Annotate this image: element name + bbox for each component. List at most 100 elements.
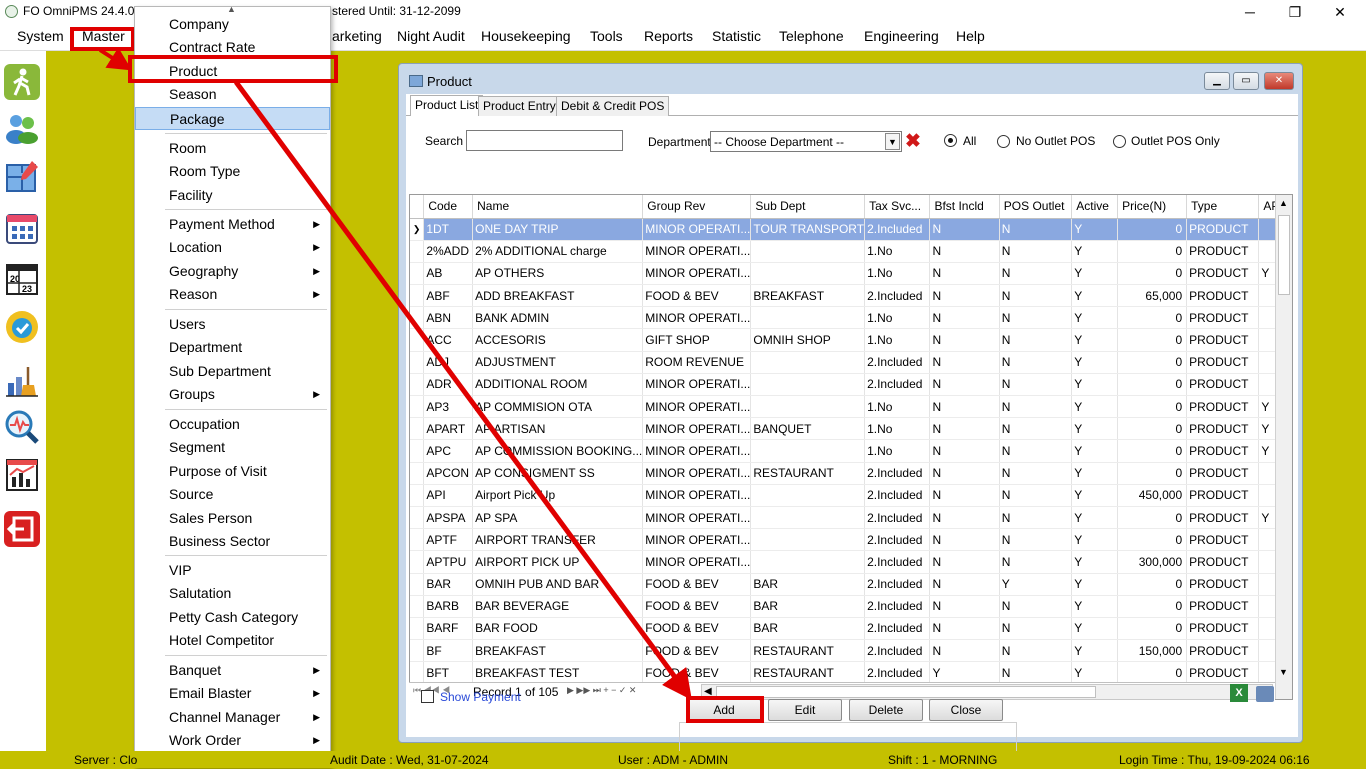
row-header[interactable] <box>410 417 425 441</box>
table-row[interactable]: ADJ ADJUSTMENT ROOM REVENUE 2.Included N N Y 0 P… <box>410 351 1292 374</box>
menu-item-room-type[interactable]: Room Type <box>135 160 330 183</box>
product-grid[interactable]: Code Name Group Rev Sub Dept Tax Svc... Bfst … <box>409 194 1293 700</box>
table-row[interactable]: ADR ADDITIONAL ROOM MINOR OPERATI... 2.Incl… <box>410 373 1292 397</box>
guests-icon[interactable] <box>4 109 40 145</box>
table-row[interactable]: ABN BANK ADMIN MINOR OPERATI... 1.No N N Y 0 PRO… <box>410 306 1292 330</box>
analytics-search-icon[interactable] <box>4 409 40 445</box>
table-row[interactable]: BFT BREAKFAST TEST FOOD & BEV RESTAURANT 2.I… <box>410 661 1292 685</box>
menu-help[interactable]: Help <box>956 28 985 44</box>
minimize-icon[interactable]: ─ <box>1227 0 1273 24</box>
vertical-scrollbar[interactable]: ▲ ▼ <box>1275 195 1292 699</box>
menu-item-department[interactable]: Department <box>135 336 330 359</box>
menu-item-source[interactable]: Source <box>135 483 330 506</box>
menu-housekeeping[interactable]: Housekeeping <box>481 28 571 44</box>
window-close-icon[interactable]: ✕ <box>1264 72 1294 90</box>
row-header[interactable] <box>410 395 425 419</box>
menu-item-company[interactable]: Company <box>135 13 330 36</box>
menu-item-location[interactable]: Location ▶ <box>135 236 330 259</box>
table-row[interactable]: BAR OMNIH PUB AND BAR FOOD & BEV BAR 2.Inclu… <box>410 573 1292 596</box>
table-row[interactable]: APTPU AIRPORT PICK UP MINOR OPERATI... 2.In… <box>410 550 1292 574</box>
table-row[interactable]: APC AP COMMISSION BOOKING... MINOR OPERATI… <box>410 439 1292 463</box>
column-header[interactable]: Group Rev <box>642 195 752 219</box>
row-header[interactable] <box>410 661 425 685</box>
search-input[interactable] <box>466 130 623 151</box>
scroll-thumb[interactable] <box>1278 215 1290 295</box>
table-row[interactable]: APART AP ARTISAN MINOR OPERATI... BANQUET 1.… <box>410 417 1292 441</box>
calendar-grid-icon[interactable] <box>4 211 40 247</box>
menu-item-segment[interactable]: Segment <box>135 436 330 459</box>
walk-icon[interactable] <box>4 64 40 100</box>
table-row[interactable]: APTF AIRPORT TRANSFER MINOR OPERATI... 2.In… <box>410 528 1292 552</box>
report-chart-icon[interactable] <box>4 457 40 493</box>
radio-no-outlet-pos[interactable] <box>997 135 1010 148</box>
menu-statistic[interactable]: Statistic <box>712 28 761 44</box>
chevron-down-icon[interactable]: ▼ <box>885 133 900 150</box>
menu-item-facility[interactable]: Facility <box>135 184 330 207</box>
close-button[interactable]: Close <box>929 699 1003 721</box>
row-header[interactable] <box>410 328 425 352</box>
column-header[interactable]: Name <box>472 195 644 219</box>
column-header[interactable]: Code <box>423 195 474 219</box>
menu-night-audit[interactable]: Night Audit <box>397 28 465 44</box>
table-row[interactable]: BARF BAR FOOD FOOD & BEV BAR 2.Included N N Y 0 P… <box>410 617 1292 641</box>
logout-icon[interactable] <box>4 511 40 547</box>
horizontal-scrollbar[interactable]: ◀ ▶ <box>701 684 1273 700</box>
table-row[interactable]: APCON AP CONSIGMENT SS MINOR OPERATI... RES… <box>410 462 1292 485</box>
excel-export-icon[interactable]: X <box>1230 684 1248 702</box>
menu-item-email-blaster[interactable]: Email Blaster ▶ <box>135 682 330 705</box>
calendar-2023-icon[interactable]: 20 23 <box>4 261 40 297</box>
row-header[interactable] <box>410 617 425 641</box>
print-icon[interactable] <box>1256 686 1274 702</box>
department-select[interactable]: -- Choose Department -- ▼ <box>710 131 902 152</box>
scroll-down-icon[interactable]: ▼ <box>1279 667 1288 677</box>
tab-product-list[interactable]: Product List <box>410 95 484 116</box>
menu-item-channel-manager[interactable]: Channel Manager ▶ <box>135 706 330 729</box>
menu-reports[interactable]: Reports <box>644 28 693 44</box>
row-header[interactable] <box>410 462 425 485</box>
show-payment-label[interactable]: Show Payment <box>440 690 521 704</box>
row-header[interactable] <box>410 595 425 618</box>
radio-outlet-pos-only[interactable] <box>1113 135 1126 148</box>
menu-item-package[interactable]: Package <box>135 106 330 130</box>
row-header[interactable] <box>410 550 425 574</box>
column-header[interactable]: Sub Dept <box>750 195 866 219</box>
clear-icon[interactable]: ✖ <box>905 130 921 153</box>
menu-telephone[interactable]: Telephone <box>779 28 844 44</box>
window-maximize-icon[interactable]: ▭ <box>1233 72 1259 90</box>
menu-item-salutation[interactable]: Salutation <box>135 582 330 605</box>
menu-item-work-order[interactable]: Work Order ▶ <box>135 729 330 752</box>
current-row-indicator-icon[interactable]: ❯ <box>410 218 425 241</box>
table-row[interactable]: APSPA AP SPA MINOR OPERATI... 2.Included N N Y… <box>410 506 1292 530</box>
menu-marketing[interactable]: arketing <box>332 28 382 44</box>
row-header[interactable] <box>410 439 425 463</box>
availability-icon[interactable] <box>4 309 40 345</box>
menu-tools[interactable]: Tools <box>590 28 623 44</box>
menu-item-users[interactable]: Users <box>135 313 330 336</box>
delete-button[interactable]: Delete <box>849 699 923 721</box>
row-header[interactable] <box>410 373 425 397</box>
show-payment-checkbox[interactable] <box>421 690 434 703</box>
table-row[interactable]: API Airport Pick Up MINOR OPERATI... 2.Incl… <box>410 484 1292 507</box>
menu-item-sales-person[interactable]: Sales Person <box>135 507 330 530</box>
column-header[interactable]: Type <box>1186 195 1260 219</box>
row-header[interactable] <box>410 306 425 330</box>
column-header[interactable]: Active <box>1071 195 1119 219</box>
column-header[interactable]: POS Outlet <box>999 195 1073 219</box>
table-row[interactable]: 2%ADD 2% ADDITIONAL charge MINOR OPERATI..… <box>410 240 1292 263</box>
menu-item-room[interactable]: Room <box>135 137 330 160</box>
tab-product-entry[interactable]: Product Entry <box>478 96 561 116</box>
row-header[interactable] <box>410 484 425 507</box>
table-row[interactable]: AP3 AP COMMISION OTA MINOR OPERATI... 1.No N… <box>410 395 1292 419</box>
restore-icon[interactable]: ❐ <box>1272 0 1318 24</box>
row-header[interactable] <box>410 351 425 374</box>
window-minimize-icon[interactable]: ▁ <box>1204 72 1230 90</box>
row-header[interactable] <box>410 573 425 596</box>
menu-item-reason[interactable]: Reason ▶ <box>135 283 330 306</box>
table-row[interactable]: BARB BAR BEVERAGE FOOD & BEV BAR 2.Included N… <box>410 595 1292 618</box>
row-header[interactable] <box>410 262 425 286</box>
scroll-up-icon[interactable]: ▲ <box>1279 198 1288 208</box>
menu-item-payment-method[interactable]: Payment Method ▶ <box>135 213 330 236</box>
menu-engineering[interactable]: Engineering <box>864 28 939 44</box>
close-icon[interactable]: ✕ <box>1317 0 1363 24</box>
floorplan-icon[interactable] <box>4 159 40 195</box>
